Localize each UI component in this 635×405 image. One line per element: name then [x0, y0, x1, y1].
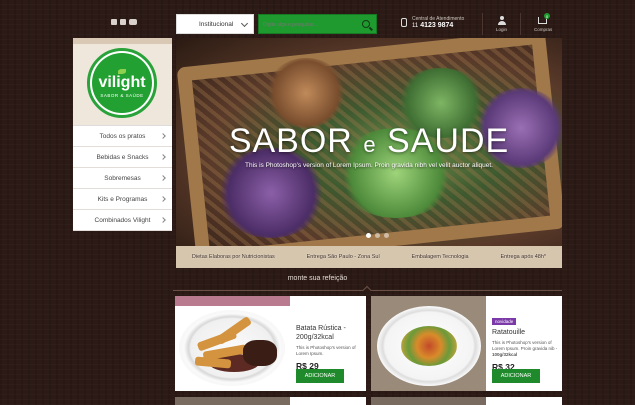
- feature-item: Embalagem Tecnologia: [411, 254, 469, 260]
- facebook-icon[interactable]: [111, 19, 117, 25]
- logo-name: vilight: [98, 73, 146, 91]
- feature-item: Entrega São Paulo - Zona Sul: [306, 254, 380, 260]
- brand-logo[interactable]: vilight SABOR & SAÚDE: [87, 48, 157, 118]
- product-description: This is Photoshop's version of Lorem Ips…: [296, 345, 356, 357]
- product-card: [371, 397, 562, 405]
- cart-count-badge: 0: [544, 13, 550, 19]
- section-title: monte sua refeição: [287, 275, 348, 282]
- social-links: [111, 19, 137, 25]
- chevron-right-icon: [160, 175, 166, 181]
- sidebar-item-todos-os-pratos[interactable]: Todos os pratos: [73, 126, 172, 147]
- chevron-right-icon: [160, 133, 166, 139]
- hero-subtitle: This is Photoshop's version of Lorem Ips…: [244, 162, 493, 169]
- chevron-down-icon: [240, 19, 249, 28]
- wood-plank: [73, 38, 172, 44]
- slider-dots: [366, 233, 389, 238]
- image-background: [175, 296, 290, 306]
- features-strip: Dietas Elaboras por Nutricionistas Entre…: [176, 246, 562, 268]
- logo-area: vilight SABOR & SAÚDE: [73, 38, 172, 126]
- search-bar: [258, 14, 377, 34]
- product-description-text: This is Photoshop's version of Lorem Ips…: [492, 340, 558, 352]
- search-input[interactable]: [263, 18, 359, 31]
- sidebar-item-label: Sobremesas: [104, 174, 141, 182]
- sidebar-item-sobremesas[interactable]: Sobremesas: [73, 168, 172, 189]
- product-info: [486, 397, 562, 405]
- sidebar-item-label: Bebidas e Snacks: [96, 153, 149, 161]
- slider-dot[interactable]: [384, 233, 389, 238]
- chevron-right-icon: [160, 154, 166, 160]
- slider-dot[interactable]: [366, 233, 371, 238]
- product-description: This is Photoshop's version of Lorem Ips…: [492, 340, 558, 358]
- institutional-label: Institucional: [199, 20, 234, 28]
- chevron-right-icon: [160, 217, 166, 223]
- feature-item: Entrega após 48h*: [500, 254, 547, 260]
- product-card: novidade Ratatouille This is Photoshop's…: [371, 296, 562, 391]
- product-image[interactable]: [371, 296, 486, 391]
- hero-banner[interactable]: SABOR e SAUDE This is Photoshop's versio…: [176, 38, 562, 268]
- leaf-icon: [118, 68, 126, 74]
- sidebar-item-kits-e-programas[interactable]: Kits e Programas: [73, 189, 172, 210]
- slider-dot[interactable]: [375, 233, 380, 238]
- sidebar-item-label: Kits e Programas: [97, 195, 148, 203]
- product-name[interactable]: Batata Rústica - 200g/32kcal: [296, 324, 362, 342]
- sidebar-item-label: Combinados Vilight: [94, 216, 151, 224]
- institutional-dropdown[interactable]: Institucional: [176, 14, 254, 34]
- instagram-icon[interactable]: [120, 19, 126, 25]
- section-notch: [362, 285, 372, 295]
- phone-number: 11 4123 9874: [412, 22, 453, 29]
- ratatouille-dish: [401, 326, 457, 366]
- hero-title-left: SABOR: [228, 122, 353, 160]
- product-card: Batata Rústica - 200g/32kcal This is Pho…: [175, 296, 366, 391]
- hero-image-detail: [266, 58, 346, 128]
- new-badge: novidade: [492, 318, 517, 325]
- add-to-cart-button[interactable]: ADICIONAR: [296, 369, 344, 383]
- feature-item: Dietas Elaboras por Nutricionistas: [191, 254, 275, 260]
- divider: [482, 13, 483, 35]
- meat: [243, 340, 277, 366]
- hero-title-right: SAUDE: [387, 122, 510, 160]
- add-to-cart-button[interactable]: ADICIONAR: [492, 369, 540, 383]
- product-card: [175, 397, 366, 405]
- youtube-icon[interactable]: [129, 19, 137, 25]
- product-name[interactable]: Ratatouille: [492, 328, 558, 337]
- hero-title-mid: e: [363, 132, 377, 157]
- product-description-bold: 100g/32kcal: [492, 352, 518, 358]
- sidebar-item-combinados-vilight[interactable]: Combinados Vilight: [73, 210, 172, 231]
- login-link[interactable]: Login: [496, 27, 507, 32]
- cart-link[interactable]: Compras: [534, 27, 552, 32]
- product-image: [175, 397, 290, 405]
- logo-tagline: SABOR & SAÚDE: [100, 92, 144, 98]
- sidebar-item-label: Todos os pratos: [99, 132, 146, 140]
- category-menu: Todos os pratos Bebidas e Snacks Sobreme…: [73, 126, 172, 231]
- product-image[interactable]: [175, 296, 290, 391]
- phone-digits: 4123 9874: [420, 22, 454, 29]
- phone-ddd: 11: [412, 23, 419, 29]
- sidebar-item-bebidas-e-snacks[interactable]: Bebidas e Snacks: [73, 147, 172, 168]
- sidebar: vilight SABOR & SAÚDE Todos os pratos Be…: [73, 38, 172, 231]
- hero-title: SABOR e SAUDE: [176, 122, 562, 161]
- chevron-right-icon: [160, 196, 166, 202]
- user-icon[interactable]: [498, 16, 506, 25]
- search-icon[interactable]: [362, 20, 370, 28]
- logo-badge: vilight SABOR & SAÚDE: [92, 53, 152, 113]
- product-info: [290, 397, 366, 405]
- divider: [520, 13, 521, 35]
- product-image: [371, 397, 486, 405]
- phone-icon: [401, 18, 407, 27]
